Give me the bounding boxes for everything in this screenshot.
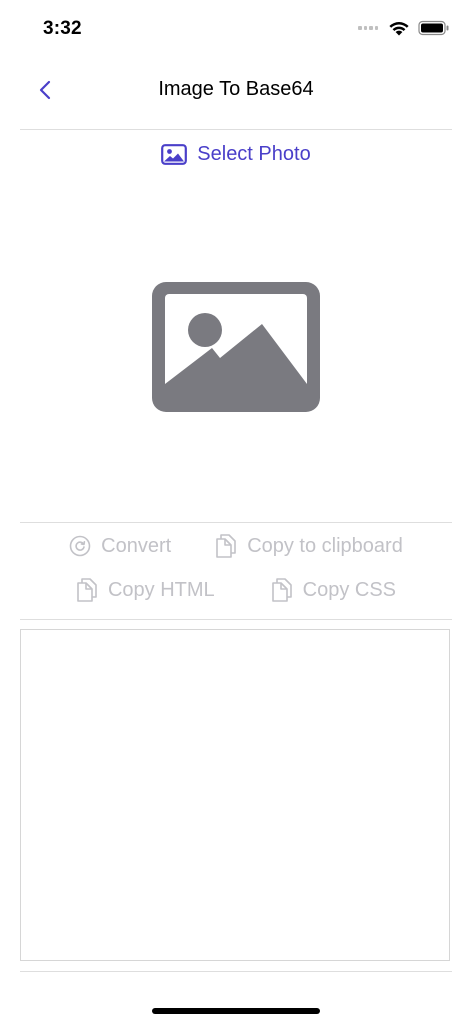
- battery-icon: [418, 20, 449, 36]
- copy-css-label: Copy CSS: [302, 578, 397, 601]
- copy-to-clipboard-button[interactable]: Copy to clipboard: [215, 533, 403, 559]
- select-photo-label: Select Photo: [197, 142, 311, 165]
- photo-placeholder-icon: [150, 280, 322, 414]
- status-bar: 3:32: [0, 0, 472, 60]
- action-row-1: Convert Copy to clipboard: [0, 533, 472, 559]
- action-row-2: Copy HTML Copy CSS: [0, 577, 472, 603]
- divider: [20, 522, 452, 523]
- convert-button[interactable]: Convert: [69, 533, 171, 559]
- cellular-signal-icon: [358, 26, 378, 30]
- divider: [20, 619, 452, 620]
- copy-html-button[interactable]: Copy HTML: [76, 577, 215, 603]
- copy-icon: [216, 534, 236, 558]
- wifi-icon: [389, 22, 409, 36]
- divider: [20, 971, 452, 972]
- base64-output-textarea[interactable]: [20, 629, 450, 961]
- copy-html-label: Copy HTML: [107, 578, 215, 601]
- copy-to-clipboard-label: Copy to clipboard: [247, 534, 403, 557]
- select-photo-button[interactable]: Select Photo: [0, 140, 472, 168]
- status-time: 3:32: [43, 18, 82, 39]
- convert-label: Convert: [101, 534, 172, 557]
- page-title: Image To Base64: [158, 78, 314, 100]
- navigation-bar: Image To Base64: [0, 60, 472, 130]
- home-indicator[interactable]: [152, 1008, 320, 1014]
- status-icons: [358, 20, 450, 36]
- divider: [20, 129, 452, 130]
- copy-icon: [271, 578, 292, 602]
- refresh-icon: [69, 535, 91, 557]
- copy-icon: [77, 578, 97, 602]
- photo-icon: [161, 143, 188, 165]
- copy-css-button[interactable]: Copy CSS: [271, 577, 396, 603]
